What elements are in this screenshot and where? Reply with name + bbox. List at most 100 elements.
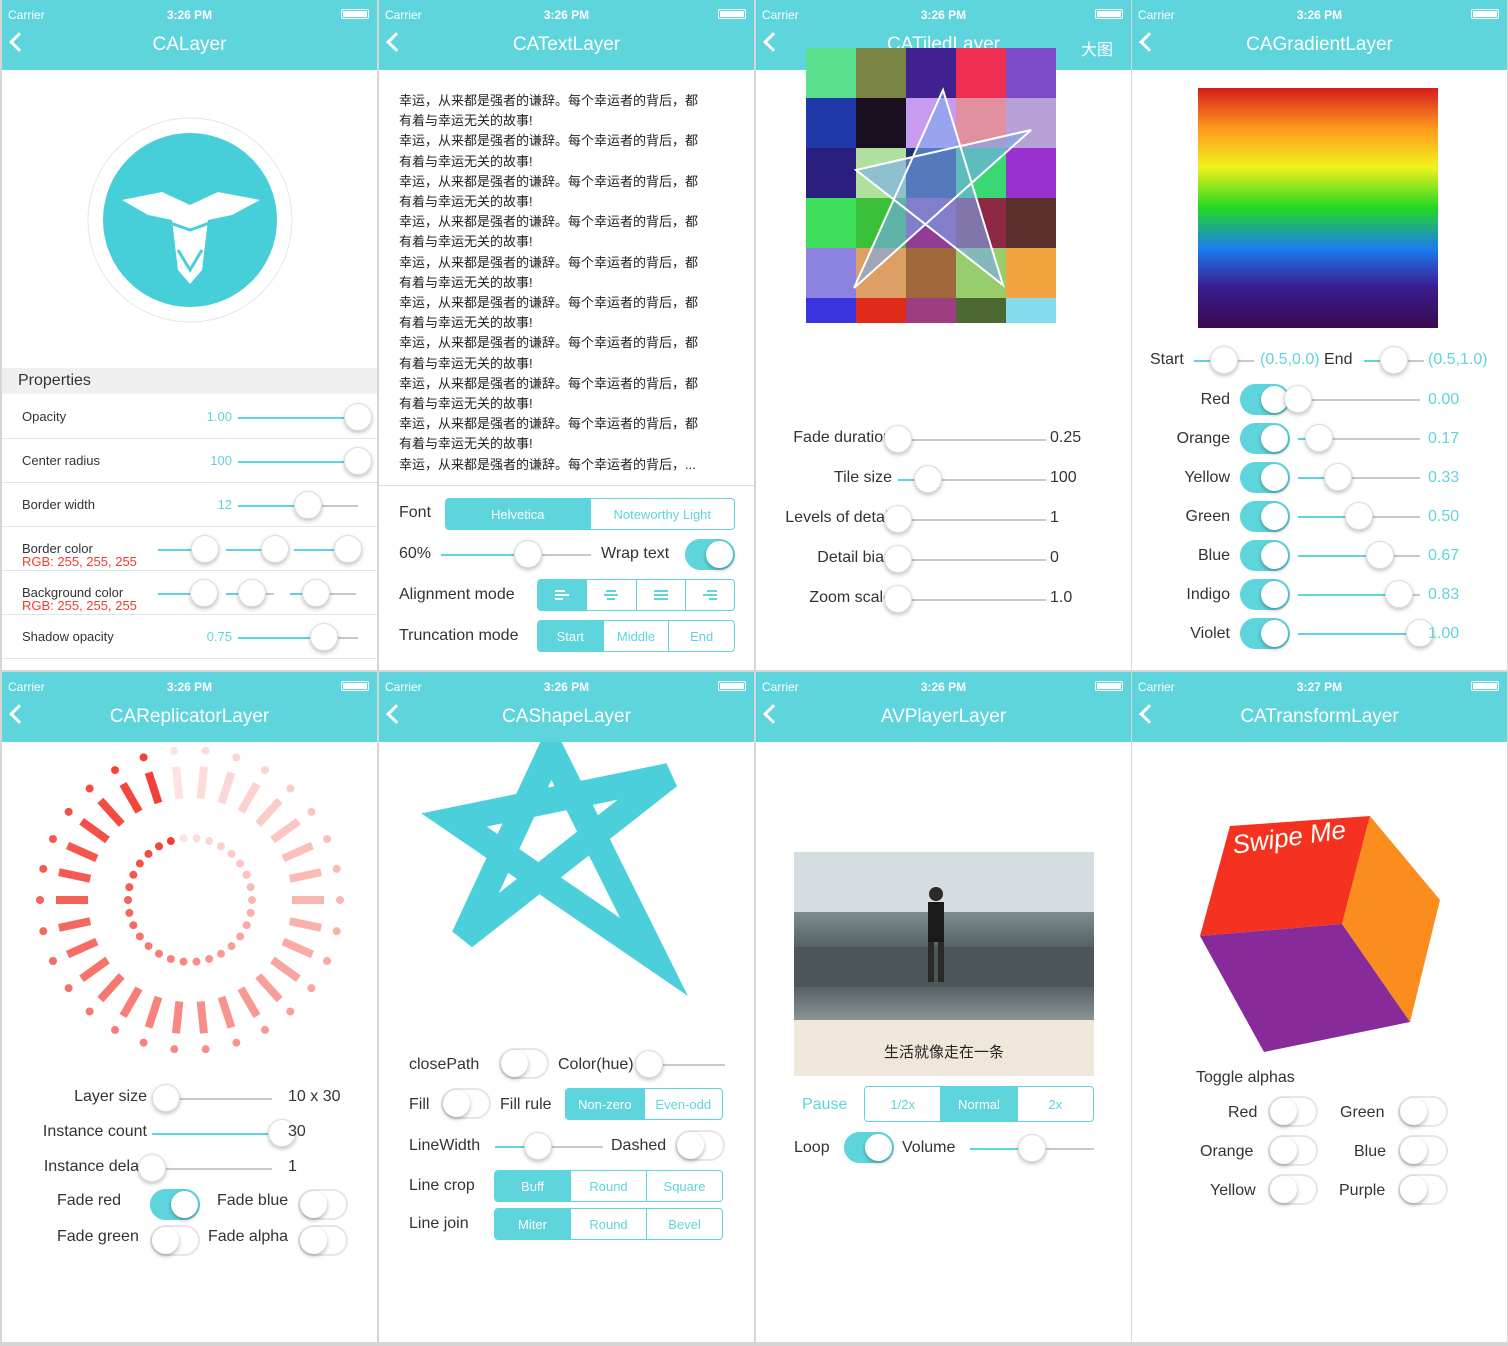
line-join-label: Line join	[409, 1215, 469, 1232]
slider-thumb[interactable]	[1345, 502, 1373, 530]
line-join-segment-option[interactable]: Miter	[495, 1209, 570, 1239]
large-image-button[interactable]: 大图	[1081, 36, 1113, 60]
font-segment-option[interactable]: Noteworthy Light	[589, 499, 735, 529]
fade-switch[interactable]	[298, 1225, 348, 1256]
slider-thumb[interactable]	[1324, 463, 1352, 491]
battery-icon	[1471, 9, 1499, 19]
color-enable-switch[interactable]	[1240, 423, 1290, 454]
fade-switch[interactable]	[298, 1189, 348, 1220]
slider-thumb[interactable]	[302, 579, 330, 607]
slider-thumb[interactable]	[884, 545, 912, 573]
slider-thumb[interactable]	[1366, 541, 1394, 569]
line-crop-segment-option[interactable]: Round	[570, 1171, 646, 1201]
fill-rule-segment-option[interactable]: Even-odd	[643, 1089, 723, 1119]
slider-thumb[interactable]	[310, 623, 338, 651]
slider-thumb[interactable]	[635, 1050, 663, 1078]
truncation-segment-option[interactable]: End	[668, 621, 734, 651]
slider-thumb[interactable]	[152, 1084, 180, 1112]
slider-track[interactable]	[238, 417, 358, 419]
slider-track[interactable]	[152, 1133, 282, 1135]
fill-switch[interactable]	[441, 1088, 491, 1119]
truncation-segment-option[interactable]: Middle	[602, 621, 669, 651]
color-enable-switch[interactable]	[1240, 462, 1290, 493]
text-line: 幸运，从来都是强者的谦辞。每个幸运者的背后，都	[399, 214, 699, 230]
slider-thumb[interactable]	[884, 585, 912, 613]
toggle-alphas-label: Toggle alphas	[1196, 1069, 1295, 1086]
slider-thumb[interactable]	[190, 579, 218, 607]
slider-thumb[interactable]	[1380, 346, 1408, 374]
dashed-label: Dashed	[611, 1137, 667, 1154]
loop-switch[interactable]	[844, 1132, 894, 1163]
slider-thumb[interactable]	[1305, 424, 1333, 452]
nav-bar: Carrier 3:26 PM CAGradientLayer	[1132, 0, 1507, 70]
slider-thumb[interactable]	[138, 1154, 166, 1182]
slider-track[interactable]	[898, 599, 1046, 601]
color-enable-switch[interactable]	[1240, 618, 1290, 649]
fill-rule-segment-option[interactable]: Non-zero	[566, 1089, 644, 1119]
color-location-value: 0.33	[1428, 469, 1460, 486]
slider-thumb[interactable]	[294, 491, 322, 519]
truncation-segment-option[interactable]: Start	[538, 621, 603, 651]
color-label: Yellow	[1184, 469, 1230, 486]
slider-thumb[interactable]	[1018, 1134, 1046, 1162]
line-join-segment-option[interactable]: Round	[570, 1209, 646, 1239]
slider-thumb[interactable]	[914, 465, 942, 493]
align-justify-icon[interactable]	[635, 580, 685, 610]
fade-switch[interactable]	[150, 1189, 200, 1220]
slider-thumb[interactable]	[344, 403, 372, 431]
speed-segment-option[interactable]: 1/2x	[865, 1087, 940, 1121]
slider-track[interactable]	[898, 519, 1046, 521]
slider-thumb[interactable]	[1385, 580, 1413, 608]
slider-thumb[interactable]	[884, 425, 912, 453]
slider-thumb[interactable]	[344, 447, 372, 475]
color-enable-switch[interactable]	[1240, 384, 1290, 415]
color-enable-switch[interactable]	[1240, 501, 1290, 532]
video-player[interactable]	[794, 852, 1094, 1020]
line-crop-segment-option[interactable]: Buff	[495, 1171, 570, 1201]
slider-thumb[interactable]	[1210, 346, 1238, 374]
slider-track[interactable]	[1298, 399, 1420, 401]
color-enable-switch[interactable]	[1240, 579, 1290, 610]
closepath-label: closePath	[409, 1056, 480, 1073]
alpha-switch[interactable]	[1398, 1174, 1448, 1205]
slider-track[interactable]	[238, 461, 358, 463]
line-join-segment-option[interactable]: Bevel	[646, 1209, 722, 1239]
slider-thumb[interactable]	[884, 505, 912, 533]
wrap-text-switch[interactable]	[685, 539, 735, 570]
slider-thumb[interactable]	[1284, 385, 1312, 413]
color-enable-switch[interactable]	[1240, 540, 1290, 571]
dashed-switch[interactable]	[675, 1130, 725, 1161]
alpha-switch[interactable]	[1268, 1174, 1318, 1205]
alpha-switch[interactable]	[1398, 1135, 1448, 1166]
line-crop-segment-option[interactable]: Square	[646, 1171, 722, 1201]
slider-track[interactable]	[1298, 477, 1420, 479]
slider-track[interactable]	[1298, 633, 1420, 635]
slider-track[interactable]	[166, 1098, 272, 1100]
tiled-row-value: 1.0	[1050, 589, 1073, 606]
text-line: 幸运，从来都是强者的谦辞。每个幸运者的背后，都	[399, 254, 699, 270]
slider-thumb[interactable]	[238, 579, 266, 607]
slider-thumb[interactable]	[261, 535, 289, 563]
fade-switch[interactable]	[150, 1225, 200, 1256]
align-right-icon[interactable]	[684, 580, 734, 610]
font-segment-option[interactable]: Helvetica	[446, 499, 590, 529]
speed-segment-option[interactable]: Normal	[940, 1087, 1017, 1121]
align-left-icon[interactable]	[538, 580, 587, 610]
alpha-switch[interactable]	[1398, 1096, 1448, 1127]
slider-track[interactable]	[238, 637, 358, 639]
speed-segment-option[interactable]: 2x	[1016, 1087, 1093, 1121]
slider-thumb[interactable]	[334, 535, 362, 563]
slider-track[interactable]	[898, 439, 1046, 441]
slider-thumb[interactable]	[514, 540, 542, 568]
slider-track[interactable]	[1298, 555, 1420, 557]
pause-button[interactable]: Pause	[802, 1096, 847, 1114]
slider-thumb[interactable]	[524, 1132, 552, 1160]
closepath-switch[interactable]	[499, 1048, 549, 1079]
slider-track[interactable]	[898, 559, 1046, 561]
align-center-icon[interactable]	[586, 580, 635, 610]
alpha-switch[interactable]	[1268, 1096, 1318, 1127]
slider-thumb[interactable]	[191, 535, 219, 563]
alpha-switch[interactable]	[1268, 1135, 1318, 1166]
slider-track[interactable]	[152, 1168, 272, 1170]
cube-preview[interactable]	[1132, 742, 1507, 1062]
